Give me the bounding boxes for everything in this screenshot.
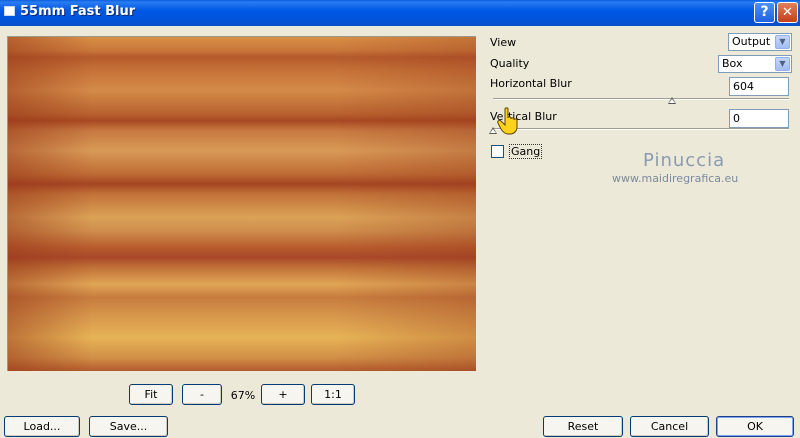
title-bar[interactable]: 55mm Fast Blur ? ✕ xyxy=(0,0,800,26)
view-label: View xyxy=(490,36,517,49)
preview-image[interactable] xyxy=(7,36,476,371)
horizontal-blur-label: Horizontal Blur xyxy=(490,77,572,90)
zoom-fit-button[interactable]: Fit xyxy=(129,384,173,405)
cancel-button[interactable]: Cancel xyxy=(630,416,709,437)
load-button[interactable]: Load... xyxy=(4,416,80,437)
window-title: 55mm Fast Blur xyxy=(20,4,136,19)
window-icon xyxy=(4,6,15,16)
horizontal-blur-slider-track[interactable] xyxy=(493,98,789,100)
horizontal-blur-input[interactable]: 604 xyxy=(729,77,789,96)
view-select[interactable]: Output ▼ xyxy=(728,33,792,51)
chevron-down-icon: ▼ xyxy=(775,35,790,49)
horizontal-blur-slider-thumb[interactable] xyxy=(667,97,676,104)
close-button[interactable]: ✕ xyxy=(777,2,798,23)
quality-select[interactable]: Box ▼ xyxy=(718,55,792,73)
vertical-blur-slider-thumb[interactable] xyxy=(489,127,497,134)
watermark-url: www.maidiregrafica.eu xyxy=(612,172,739,185)
hand-cursor-icon xyxy=(497,107,518,135)
zoom-out-button[interactable]: - xyxy=(182,384,222,405)
quality-select-value: Box xyxy=(722,57,743,70)
zoom-level: 67% xyxy=(230,389,256,402)
zoom-in-button[interactable]: + xyxy=(261,384,305,405)
chevron-down-icon: ▼ xyxy=(775,57,790,71)
reset-button[interactable]: Reset xyxy=(543,416,623,437)
ok-button[interactable]: OK xyxy=(716,416,794,437)
help-button[interactable]: ? xyxy=(754,2,775,23)
watermark-name: Pinuccia xyxy=(643,150,726,171)
vertical-blur-slider-track[interactable] xyxy=(493,128,789,130)
gang-checkbox[interactable] xyxy=(491,145,504,158)
view-select-value: Output xyxy=(732,35,771,48)
zoom-actual-button[interactable]: 1:1 xyxy=(311,384,355,405)
vertical-blur-input[interactable]: 0 xyxy=(729,109,789,128)
quality-label: Quality xyxy=(490,57,530,70)
save-button[interactable]: Save... xyxy=(89,416,168,437)
gang-label[interactable]: Gang xyxy=(509,144,543,159)
